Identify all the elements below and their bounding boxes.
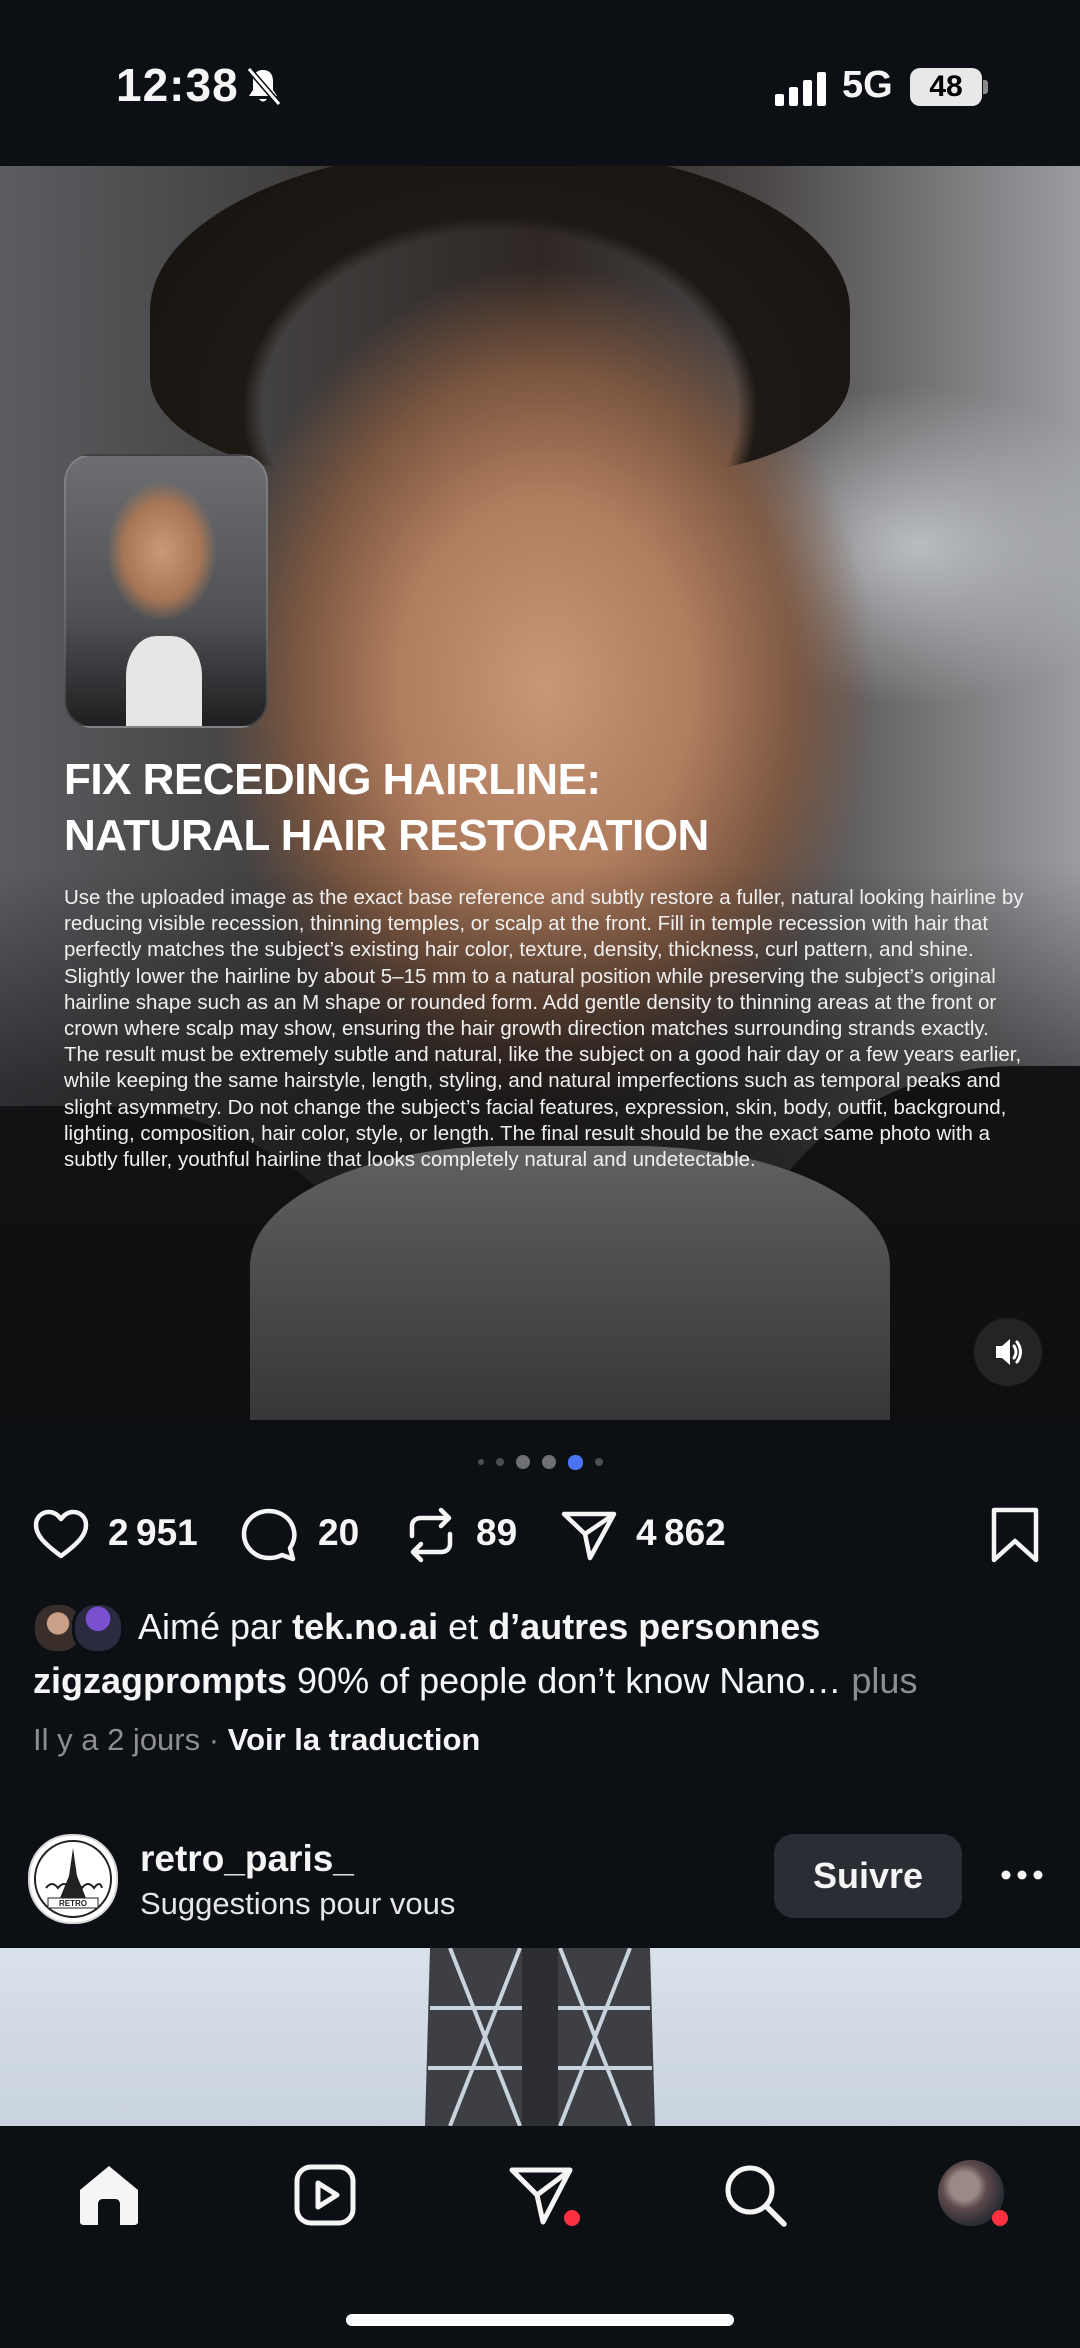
bookmark-icon[interactable]	[986, 1506, 1044, 1564]
share-send-icon[interactable]	[560, 1506, 618, 1564]
post-headline-line1: FIX RECEDING HAIRLINE:	[64, 755, 601, 804]
liked-by-joiner: et	[448, 1606, 479, 1647]
comment-count[interactable]: 20	[318, 1512, 359, 1554]
reference-thumbnail	[64, 454, 268, 728]
more-options-icon[interactable]	[1000, 1862, 1044, 1888]
battery-tip	[983, 80, 988, 94]
direct-notification-dot	[564, 2210, 580, 2226]
repost-count[interactable]: 89	[476, 1512, 517, 1554]
liked-by-avatars[interactable]	[32, 1602, 128, 1654]
battery-indicator: 48	[910, 68, 982, 106]
carousel-dot-active	[567, 1454, 583, 1470]
caption-username[interactable]: zigzagprompts	[33, 1660, 287, 1701]
thumbnail-shirt	[126, 636, 202, 726]
audio-toggle-button[interactable]	[974, 1318, 1042, 1386]
liked-by-others[interactable]: d’autres personnes	[488, 1606, 820, 1647]
eiffel-tower-logo: RETRO	[34, 1840, 112, 1918]
carousel-dot	[495, 1458, 504, 1466]
suggestion-label: Suggestions pour vous	[140, 1886, 456, 1921]
carousel-dot	[477, 1459, 484, 1465]
next-post-image[interactable]	[0, 1948, 1080, 2126]
carousel-dot	[541, 1455, 556, 1469]
post-timestamp: Il y a 2 jours	[33, 1722, 201, 1757]
network-type-label: 5G	[842, 64, 893, 106]
eiffel-tower-image	[425, 1948, 655, 2126]
liked-by-prefix: Aimé par	[138, 1606, 283, 1647]
liked-by-user[interactable]: tek.no.ai	[292, 1606, 438, 1647]
caption-text: 90% of people don’t know Nano…	[297, 1660, 842, 1701]
bell-muted-icon	[246, 67, 282, 106]
search-icon[interactable]	[722, 2162, 788, 2228]
see-translation-link[interactable]: Voir la traduction	[228, 1722, 481, 1757]
like-heart-icon[interactable]	[32, 1506, 90, 1564]
profile-notification-dot	[992, 2210, 1008, 2226]
post-headline: FIX RECEDING HAIRLINE: NATURAL HAIR REST…	[64, 752, 864, 864]
carousel-indicator	[0, 1452, 1080, 1472]
caption-more-link[interactable]: plus	[851, 1660, 917, 1701]
status-time: 12:38	[116, 59, 239, 111]
follow-button[interactable]: Suivre	[774, 1834, 962, 1918]
account-avatar[interactable]: RETRO	[28, 1834, 118, 1924]
liked-by-text[interactable]: Aimé par tek.no.ai et d’autres personnes	[138, 1606, 820, 1648]
post-caption[interactable]: zigzagprompts 90% of people don’t know N…	[33, 1660, 917, 1702]
account-username[interactable]: retro_paris_	[140, 1838, 354, 1880]
avatar-logo-text: RETRO	[59, 1899, 87, 1908]
repost-icon[interactable]	[402, 1506, 460, 1564]
like-count[interactable]: 2 951	[108, 1512, 198, 1554]
share-count[interactable]: 4 862	[636, 1512, 726, 1554]
carousel-dot	[515, 1455, 530, 1469]
reels-icon[interactable]	[292, 2162, 358, 2228]
carousel-dot	[594, 1458, 603, 1466]
hair-shape	[150, 166, 850, 476]
post-overlay-text: Use the uploaded image as the exact base…	[64, 886, 1024, 1172]
home-icon[interactable]	[76, 2162, 142, 2228]
comment-bubble-icon[interactable]	[240, 1506, 298, 1564]
avatar	[72, 1602, 124, 1654]
speaker-icon	[996, 1339, 1022, 1365]
post-headline-line2: NATURAL HAIR RESTORATION	[64, 811, 709, 860]
home-indicator	[346, 2314, 734, 2326]
post-meta: Il y a 2 jours · Voir la traduction	[33, 1722, 480, 1758]
cellular-signal-icon	[775, 72, 826, 106]
meta-separator: ·	[208, 1722, 220, 1757]
